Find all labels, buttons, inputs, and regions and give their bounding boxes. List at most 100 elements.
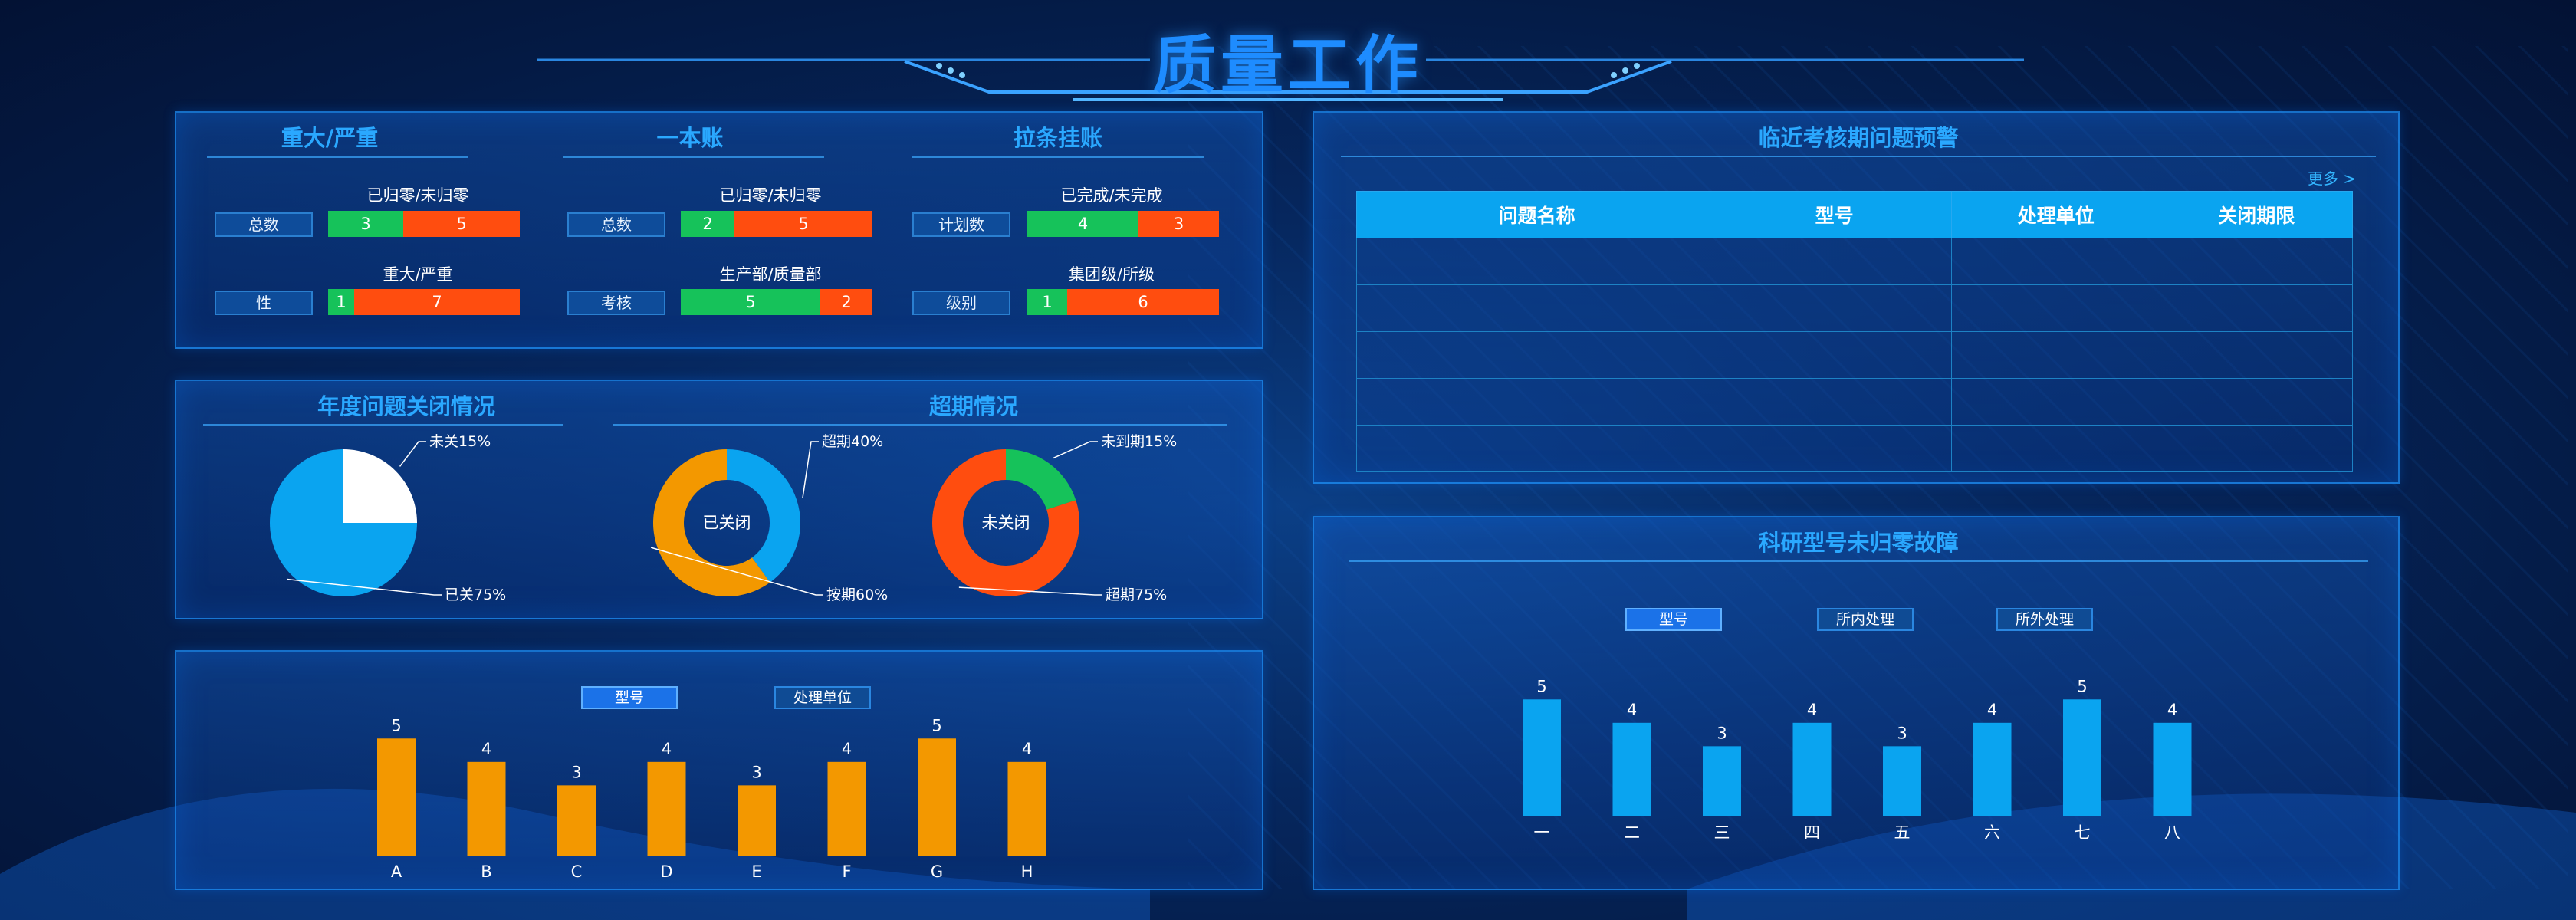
bar xyxy=(647,761,686,856)
pie-leader-line xyxy=(802,441,819,498)
table-row[interactable] xyxy=(1355,238,2353,285)
metric-label: 总数 xyxy=(215,212,313,237)
bar-value-label: 4 xyxy=(1627,701,1637,719)
pie-slice-label: 超期40% xyxy=(822,433,883,450)
bar-category-label: C xyxy=(571,863,583,881)
table-cell xyxy=(1717,284,1953,332)
table-header-row: 问题名称 型号 处理单位 关闭期限 xyxy=(1355,191,2353,238)
metric-label: 性 xyxy=(215,291,313,315)
pie-slice-label: 按期60% xyxy=(826,586,888,603)
section-title-major: 重大/严重 xyxy=(281,125,379,151)
bar-value-label: 3 xyxy=(751,763,761,781)
table-cell xyxy=(1951,378,2161,426)
bar-value-label: 4 xyxy=(1022,740,1032,758)
bar-value-label: 5 xyxy=(391,716,401,734)
table-row[interactable] xyxy=(1355,331,2353,379)
metric-label: 考核 xyxy=(567,291,665,315)
split-bar-caption: 已完成/未完成 xyxy=(1060,186,1163,205)
pie-leader-line xyxy=(399,441,426,467)
bar-category-label: 五 xyxy=(1894,823,1911,842)
bar-category-label: 八 xyxy=(2164,823,2180,842)
split-bar-red: 5 xyxy=(403,211,520,237)
bar xyxy=(738,785,776,856)
warning-table: 问题名称 型号 处理单位 关闭期限 xyxy=(1355,191,2353,472)
table-cell xyxy=(1717,238,1953,285)
metric-label: 计划数 xyxy=(912,212,1010,237)
section-title-underline xyxy=(912,156,1204,158)
table-cell xyxy=(1717,425,1953,472)
bar xyxy=(1883,746,1921,816)
metric-label: 总数 xyxy=(567,212,665,237)
bar-category-label: 二 xyxy=(1624,823,1640,842)
split-bar: 1 6 xyxy=(1027,289,1219,315)
table-cell xyxy=(1355,238,1718,285)
column-header-unit: 处理单位 xyxy=(1951,191,2161,238)
table-cell xyxy=(1951,331,2161,379)
annual-closure-panel: 年度问题关闭情况 超期情况 未关15% 已关75% 超期40% 按期60% 已关闭 未到期… xyxy=(175,380,1263,619)
section-title-underline xyxy=(564,156,824,158)
bar xyxy=(1703,746,1741,816)
bar xyxy=(2063,699,2101,816)
bar-value-label: 3 xyxy=(1897,724,1907,742)
table-row[interactable] xyxy=(1355,425,2353,472)
pie-leader-line xyxy=(1052,441,1098,459)
bar xyxy=(1973,722,2012,816)
bar-category-label: 三 xyxy=(1714,823,1730,842)
split-bar: 1 7 xyxy=(328,289,520,315)
bar-category-label: A xyxy=(391,863,402,881)
bar xyxy=(918,738,956,856)
donut-center-label: 未关闭 xyxy=(982,514,1030,532)
bar-category-label: H xyxy=(1021,863,1033,881)
bar xyxy=(1007,761,1046,856)
bar-value-label: 4 xyxy=(1807,701,1817,719)
more-link[interactable]: 更多 > xyxy=(2308,166,2356,189)
split-bar-red: 2 xyxy=(820,289,872,315)
bar-value-label: 4 xyxy=(662,740,672,758)
bar xyxy=(377,738,416,856)
bar-category-label: D xyxy=(660,863,672,881)
bar-value-label: 5 xyxy=(2077,677,2087,695)
section-title-underline xyxy=(207,156,468,158)
bar xyxy=(1523,699,1561,816)
split-bar-green: 1 xyxy=(1027,289,1067,315)
bar xyxy=(2153,722,2192,816)
donut-center-label: 已关闭 xyxy=(703,514,751,532)
split-bar-caption: 已归零/未归零 xyxy=(366,186,469,205)
bar-category-label: 四 xyxy=(1804,823,1820,842)
bar-category-label: 一 xyxy=(1534,823,1550,842)
table-cell xyxy=(1951,284,2161,332)
pie-slice-label: 未关15% xyxy=(429,433,491,450)
table-cell xyxy=(2160,238,2353,285)
pie-slice xyxy=(1006,449,1076,510)
split-bar-caption: 已归零/未归零 xyxy=(719,186,822,205)
table-row[interactable] xyxy=(1355,284,2353,332)
section-title-ledger: 一本账 xyxy=(656,125,724,151)
pie-charts: 未关15% 已关75% 超期40% 按期60% 已关闭 未到期15% 超期75% 未关闭 xyxy=(270,433,1177,603)
quality-summary-panel: 重大/严重 已归零/未归零 总数 3 5 重大/严重 性 1 7 一本账 已归零… xyxy=(175,111,1263,349)
column-header-model: 型号 xyxy=(1717,191,1953,238)
table-cell xyxy=(2160,331,2353,379)
bottom-left-chart-panel: 型号 处理单位 5A4B3C4D3E4F5G4H xyxy=(175,650,1263,890)
split-bar: 2 5 xyxy=(681,211,872,237)
bar xyxy=(557,785,596,856)
bar-chart-right: 5 一 4 二 3 三 4 四 3 五 4 六 5 七 4 八 xyxy=(1523,677,2192,842)
bar-value-label: 4 xyxy=(842,740,852,758)
table-cell xyxy=(1355,331,1718,379)
split-bar: 3 5 xyxy=(328,211,520,237)
split-bar-red: 5 xyxy=(734,211,872,237)
bar-category-label: B xyxy=(481,863,491,881)
warning-title: 临近考核期问题预警 xyxy=(1758,125,1959,151)
bar xyxy=(467,761,506,856)
bar-value-label: 3 xyxy=(1717,724,1727,742)
bar-chart-left: 5 A 4 B 3 C 4 D 3 E 4 F 5 G 4 H xyxy=(377,716,1046,881)
bar-value-label: 4 xyxy=(2167,701,2177,719)
bar xyxy=(1612,722,1651,816)
table-cell xyxy=(1951,238,2161,285)
warning-panel: 临近考核期问题预警 更多 > 问题名称 型号 处理单位 关闭期限 xyxy=(1313,111,2400,484)
bar-value-label: 4 xyxy=(481,740,491,758)
pie-slice xyxy=(343,449,417,523)
column-header-deadline: 关闭期限 xyxy=(2160,191,2353,238)
table-row[interactable] xyxy=(1355,378,2353,426)
metric-label: 级别 xyxy=(912,291,1010,315)
split-bar-green: 1 xyxy=(328,289,354,315)
